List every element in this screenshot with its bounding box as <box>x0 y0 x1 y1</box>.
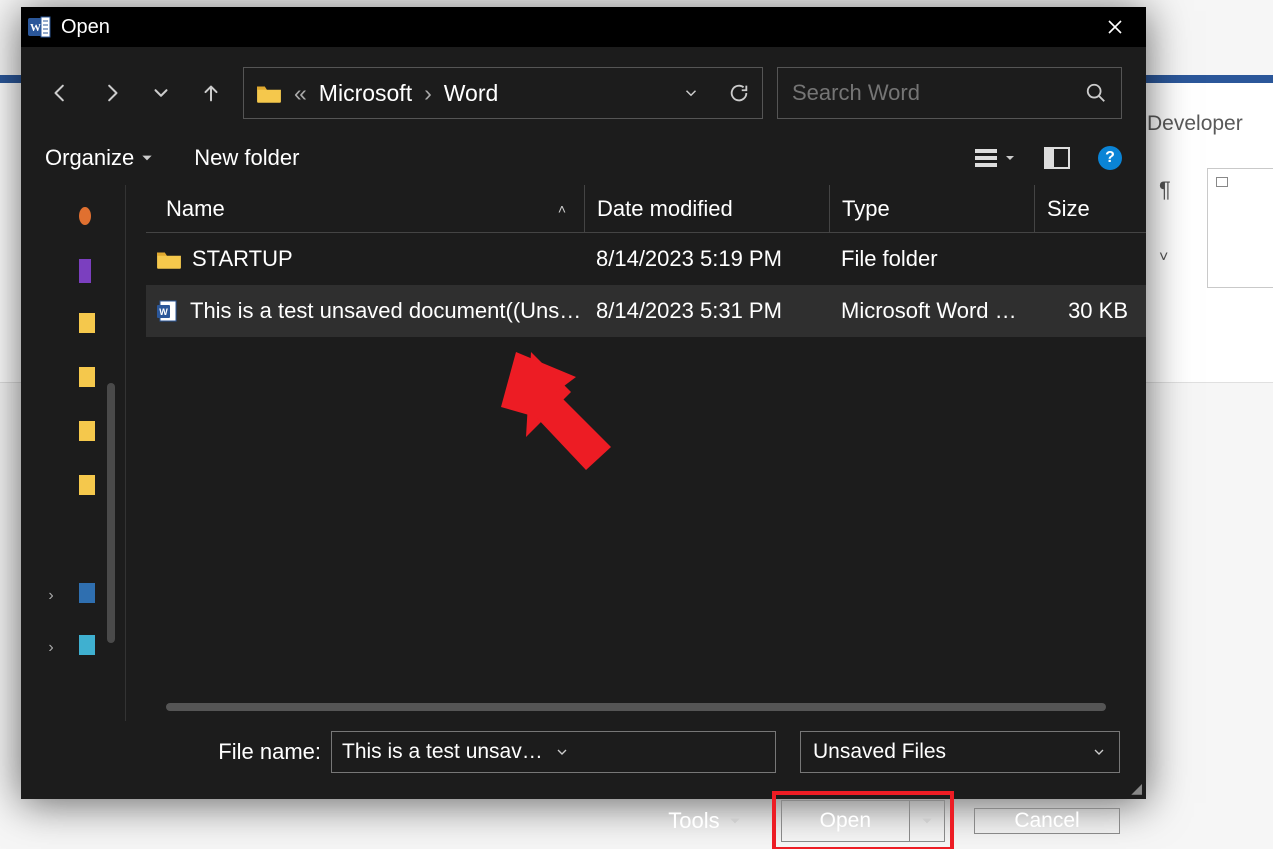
column-name-label: Name <box>166 196 225 222</box>
file-row-document[interactable]: W This is a test unsaved document((Uns… … <box>146 285 1146 337</box>
tree-item[interactable] <box>79 635 99 659</box>
dialog-titlebar: W Open <box>21 7 1146 47</box>
folder-icon <box>256 82 282 104</box>
navigation-row: « Microsoft › Word <box>21 47 1146 139</box>
open-split-button: Open <box>781 800 945 842</box>
tools-label: Tools <box>668 808 719 834</box>
file-size: 30 KB <box>1034 298 1146 324</box>
search-input[interactable] <box>792 80 1085 106</box>
tree-expand-chevron[interactable]: › <box>41 633 61 663</box>
file-list-area: Name ˄ Date modified Type Size STARTUP 8… <box>126 185 1146 721</box>
address-dropdown-button[interactable] <box>682 84 700 102</box>
file-type-dropdown[interactable] <box>1091 744 1107 760</box>
file-type-value: Unsaved Files <box>813 740 946 764</box>
back-button[interactable] <box>43 75 79 111</box>
search-box[interactable] <box>777 67 1122 119</box>
preview-pane-button[interactable] <box>1044 147 1070 169</box>
tree-item[interactable] <box>79 367 99 391</box>
toolbar: Organize New folder ? <box>21 139 1146 185</box>
column-headers: Name ˄ Date modified Type Size <box>146 185 1146 233</box>
svg-text:W: W <box>159 307 168 317</box>
file-type: Microsoft Word … <box>829 298 1034 324</box>
resize-grip-icon[interactable]: ◢ <box>1131 780 1142 797</box>
tree-item[interactable] <box>79 583 99 607</box>
up-button[interactable] <box>193 75 229 111</box>
navigation-tree[interactable]: › › <box>21 185 126 721</box>
organize-label: Organize <box>45 145 134 171</box>
file-name-dropdown[interactable] <box>554 744 766 760</box>
tree-expand-chevron[interactable]: › <box>41 581 61 611</box>
tree-item[interactable] <box>79 475 99 499</box>
cancel-button[interactable]: Cancel <box>974 808 1120 834</box>
file-date: 8/14/2023 5:31 PM <box>584 298 829 324</box>
annotation-open-highlight: Open <box>772 791 954 849</box>
column-name[interactable]: Name ˄ <box>146 196 584 222</box>
word-doc-icon: W <box>156 299 180 323</box>
file-name-combobox[interactable]: This is a test unsaved document((Unsaved… <box>331 731 776 773</box>
address-bar[interactable]: « Microsoft › Word <box>243 67 763 119</box>
open-button-dropdown[interactable] <box>909 800 945 842</box>
help-button[interactable]: ? <box>1098 146 1122 170</box>
tree-item[interactable] <box>79 259 99 283</box>
dialog-body: › › Name ˄ Date modified Type Size START… <box>21 185 1146 721</box>
file-row-folder[interactable]: STARTUP 8/14/2023 5:19 PM File folder <box>146 233 1146 285</box>
file-type-combobox[interactable]: Unsaved Files <box>800 731 1120 773</box>
tree-item[interactable] <box>79 421 99 445</box>
organize-menu[interactable]: Organize <box>45 145 154 171</box>
chevron-down-icon <box>728 814 742 828</box>
breadcrumb-prefix: « <box>292 80 309 107</box>
horizontal-scrollbar[interactable] <box>166 703 1106 711</box>
ribbon-gallery-thumbnail[interactable] <box>1207 168 1273 288</box>
breadcrumb-microsoft[interactable]: Microsoft <box>319 80 412 107</box>
file-type: File folder <box>829 246 1034 272</box>
breadcrumb-separator-icon: › <box>422 80 434 107</box>
file-name: STARTUP <box>192 246 293 272</box>
tree-item[interactable] <box>79 313 99 337</box>
chevron-down-icon <box>140 151 154 165</box>
file-name-value: This is a test unsaved document((Unsaved… <box>342 740 554 764</box>
recent-locations-button[interactable] <box>143 75 179 111</box>
ribbon-chevron-down-icon[interactable]: ˅ <box>1159 249 1168 267</box>
word-app-icon: W <box>27 15 51 39</box>
close-button[interactable] <box>1092 7 1138 47</box>
tree-item[interactable] <box>79 205 99 229</box>
forward-button[interactable] <box>93 75 129 111</box>
sort-ascending-icon: ˄ <box>558 201 566 217</box>
view-mode-button[interactable] <box>974 147 1016 169</box>
chevron-down-icon <box>1004 152 1016 164</box>
dialog-footer: File name: This is a test unsaved docume… <box>21 721 1146 849</box>
column-size[interactable]: Size <box>1034 185 1146 232</box>
new-folder-button[interactable]: New folder <box>194 145 299 171</box>
file-name-label: File name: <box>218 739 321 765</box>
search-icon[interactable] <box>1085 82 1107 104</box>
svg-text:W: W <box>30 22 41 34</box>
dialog-title: Open <box>61 16 110 39</box>
file-date: 8/14/2023 5:19 PM <box>584 246 829 272</box>
tree-scrollbar[interactable] <box>107 383 115 643</box>
column-date-modified[interactable]: Date modified <box>584 185 829 232</box>
tools-menu[interactable]: Tools <box>668 808 741 834</box>
folder-icon <box>156 248 182 270</box>
pilcrow-icon[interactable]: ¶ <box>1159 177 1171 203</box>
column-type[interactable]: Type <box>829 185 1034 232</box>
breadcrumb-word[interactable]: Word <box>444 80 499 107</box>
file-name: This is a test unsaved document((Uns… <box>190 298 581 324</box>
thumbnail-glyph <box>1216 177 1228 187</box>
ribbon-tab-developer[interactable]: Developer <box>1147 112 1243 136</box>
open-dialog: W Open « Microsoft › Word <box>21 7 1146 799</box>
refresh-button[interactable] <box>728 82 750 104</box>
open-button[interactable]: Open <box>781 800 909 842</box>
